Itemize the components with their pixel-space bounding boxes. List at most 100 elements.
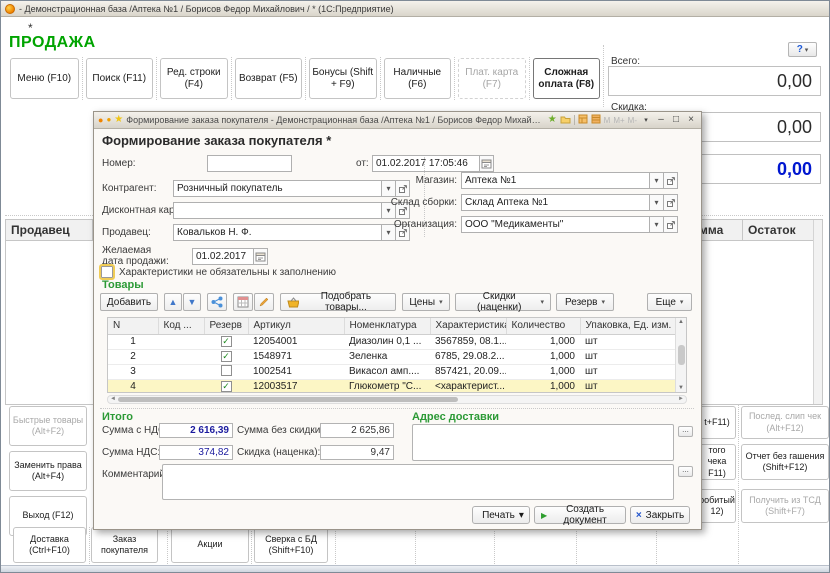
pos-button-slot: Бонусы (Shift + F9): [305, 57, 380, 100]
goods-row[interactable]: 4✓12003517Глюкометр "С...<характерист...…: [108, 379, 677, 393]
sum-with-vat-field[interactable]: 2 616,39: [159, 423, 233, 438]
pos-button-1[interactable]: Меню (F10): [10, 58, 79, 99]
more-button[interactable]: Еще▾: [647, 293, 692, 311]
customer-order-button[interactable]: Заказ покупателя: [91, 527, 158, 563]
pos-button-8[interactable]: Сложная оплата (F8): [533, 58, 601, 99]
grid-icon[interactable]: [591, 114, 601, 126]
scroll-left-icon[interactable]: ◄: [110, 396, 116, 403]
pos-button-3[interactable]: Ред. строки (F4): [160, 58, 228, 99]
scroll-down-icon[interactable]: ▼: [678, 385, 684, 391]
partial-button-1[interactable]: t+F11): [699, 406, 736, 439]
discount-markup-field[interactable]: 9,47: [320, 445, 394, 460]
add-favorite-icon[interactable]: ★: [548, 115, 557, 125]
reserve-checkbox[interactable]: ✓: [221, 351, 232, 362]
favorite-star-icon[interactable]: ★: [114, 115, 123, 125]
cell-characteristic: <характерист...: [430, 379, 506, 393]
cell-n: 1: [108, 334, 158, 349]
open-icon[interactable]: [664, 172, 678, 189]
vertical-scrollbar[interactable]: ▲ ▼: [675, 318, 686, 392]
pos-button-4[interactable]: Возврат (F5): [235, 58, 303, 99]
prices-button[interactable]: Цены▾: [402, 293, 450, 311]
app-1c-icon: [5, 4, 15, 14]
counterparty-input[interactable]: Розничный покупатель: [173, 180, 382, 197]
scroll-thumb[interactable]: [678, 345, 685, 365]
db-check-button[interactable]: Сверка с БД (Shift+F10): [254, 527, 328, 563]
calendar-icon[interactable]: [480, 155, 494, 172]
address-ellipsis-button[interactable]: ...: [678, 426, 693, 437]
horizontal-scrollbar[interactable]: ◄ ►: [107, 395, 687, 404]
number-input[interactable]: [207, 155, 292, 172]
partial-button-2[interactable]: того чека F11): [699, 444, 736, 480]
partial-button-3[interactable]: робитый 12): [699, 489, 736, 523]
move-up-button[interactable]: ▲: [164, 293, 182, 311]
list-settings-button[interactable]: [233, 293, 253, 311]
address-textarea[interactable]: [412, 424, 674, 461]
desired-date-input[interactable]: 01.02.2017: [192, 248, 254, 265]
goods-header-cell[interactable]: Артикул: [248, 318, 344, 334]
main-title: - Демонстрационная база /Аптека №1 / Бор…: [19, 4, 394, 14]
reserve-checkbox[interactable]: [221, 365, 232, 376]
pos-button-5[interactable]: Бонусы (Shift + F9): [309, 58, 377, 99]
date-input[interactable]: 01.02.2017 17:05:46: [372, 155, 480, 172]
warehouse-input[interactable]: Склад Аптека №1: [461, 194, 650, 211]
sum-no-discount-field[interactable]: 2 625,86: [320, 423, 394, 438]
goods-header-cell[interactable]: Количество: [506, 318, 580, 334]
move-down-button[interactable]: ▼: [183, 293, 201, 311]
goods-row[interactable]: 1✓12054001Диазолин 0,1 ...3567859, 08.1.…: [108, 334, 677, 349]
table-icon[interactable]: [578, 114, 588, 126]
goods-row[interactable]: 2✓1548971Зеленка6785, 29.08.2...1,000шт: [108, 349, 677, 364]
edit-pencil-button[interactable]: [254, 293, 274, 311]
shop-input[interactable]: Аптека №1: [461, 172, 650, 189]
goods-header-cell[interactable]: N: [108, 318, 158, 334]
organization-input[interactable]: ООО "Медикаменты": [461, 216, 650, 233]
goods-header-cell[interactable]: Резерв: [204, 318, 248, 334]
scroll-thumb[interactable]: [118, 397, 458, 402]
chevron-down-icon[interactable]: ▾: [650, 216, 664, 233]
goods-header-cell[interactable]: Код ...: [158, 318, 204, 334]
page-title: ПРОДАЖА: [9, 34, 96, 52]
app-window: - Демонстрационная база /Аптека №1 / Бор…: [0, 0, 830, 573]
discount-card-input[interactable]: [173, 202, 382, 219]
close-button[interactable]: ×: [685, 115, 697, 125]
reserve-button[interactable]: Резерв▾: [556, 293, 614, 311]
print-button[interactable]: Печать ▾: [472, 506, 530, 524]
chevron-down-icon[interactable]: ▾: [650, 194, 664, 211]
scroll-up-icon[interactable]: ▲: [678, 319, 684, 325]
promos-button[interactable]: Акции: [171, 527, 249, 563]
pick-goods-button[interactable]: Подобрать товары...: [280, 293, 396, 311]
minimize-button[interactable]: –: [655, 115, 667, 125]
comment-textarea[interactable]: [162, 464, 674, 500]
discounts-button[interactable]: Скидки (наценки)▾: [455, 293, 551, 311]
reserve-checkbox[interactable]: ✓: [221, 336, 232, 347]
open-icon[interactable]: [664, 194, 678, 211]
change-rights-button[interactable]: Заменить права (Alt+F4): [9, 451, 87, 491]
calendar-icon[interactable]: [254, 248, 268, 265]
pos-button-6[interactable]: Наличные (F6): [384, 58, 452, 99]
goods-header-cell[interactable]: Упаковка, Ед. изм.: [580, 318, 677, 334]
vat-field[interactable]: 374,82: [159, 445, 233, 460]
pos-button-2[interactable]: Поиск (F11): [86, 58, 154, 99]
seller-input[interactable]: Ковальков Н. Ф.: [173, 224, 382, 241]
close-dialog-button[interactable]: × Закрыть: [630, 506, 690, 524]
create-document-button[interactable]: ▶ Создать документ: [534, 506, 626, 524]
goods-header-cell[interactable]: Номенклатура: [344, 318, 430, 334]
chevron-down-icon[interactable]: ▾: [650, 172, 664, 189]
characteristics-checkbox[interactable]: [101, 266, 113, 278]
goods-header-cell[interactable]: Характеристика: [430, 318, 506, 334]
open-icon[interactable]: [664, 216, 678, 233]
catalog-scrollbar[interactable]: [813, 220, 822, 404]
delivery-button[interactable]: Доставка (Ctrl+F10): [13, 527, 86, 563]
help-button[interactable]: ? ▾: [788, 42, 817, 57]
chevron-down-icon[interactable]: ▾: [640, 117, 652, 124]
add-row-button[interactable]: Добавить: [100, 293, 158, 311]
folder-icon[interactable]: [560, 115, 571, 126]
report-no-clearing-button[interactable]: Отчет без гашения (Shift+F12): [741, 444, 829, 480]
reserve-checkbox[interactable]: ✓: [221, 381, 232, 392]
scroll-right-icon[interactable]: ►: [678, 396, 684, 403]
pos-button-slot: Наличные (F6): [380, 57, 455, 100]
goods-row[interactable]: 31002541Викасол амп....857421, 20.09...1…: [108, 364, 677, 379]
share-structure-button[interactable]: [207, 293, 227, 311]
cell-sku: 12003517: [248, 379, 344, 393]
comment-ellipsis-button[interactable]: ...: [678, 466, 693, 477]
maximize-button[interactable]: □: [670, 115, 682, 125]
